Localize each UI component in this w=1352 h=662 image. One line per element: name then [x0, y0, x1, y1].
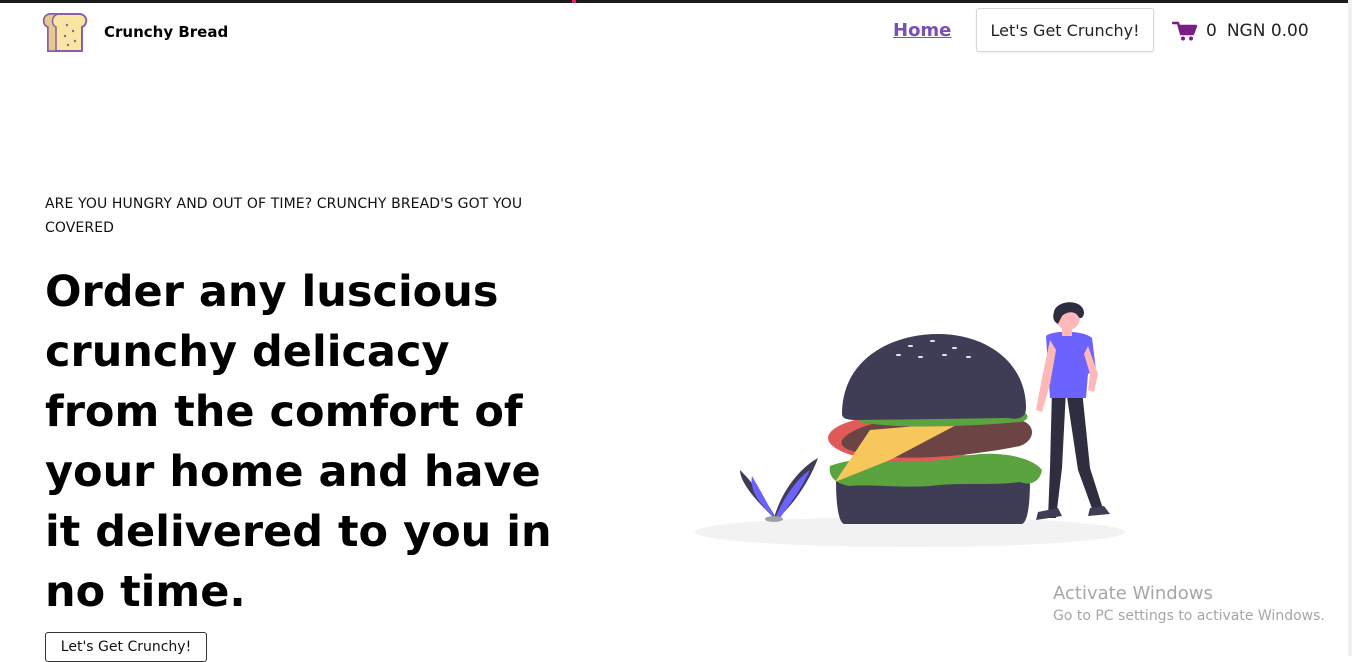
- brand[interactable]: Crunchy Bread: [40, 11, 228, 53]
- cart[interactable]: 0 NGN 0.00: [1172, 20, 1309, 42]
- burger-icon: [828, 334, 1042, 524]
- watermark-subtitle: Go to PC settings to activate Windows.: [1053, 608, 1325, 624]
- cart-total: NGN 0.00: [1226, 21, 1309, 41]
- nav-link-home[interactable]: Home: [893, 20, 951, 41]
- bread-slice-icon: [42, 13, 88, 52]
- watermark-title: Activate Windows: [1053, 583, 1213, 604]
- person-icon: [1036, 302, 1110, 520]
- scrollbar[interactable]: [1348, 0, 1352, 656]
- get-crunchy-nav-button[interactable]: Let's Get Crunchy!: [976, 8, 1154, 52]
- navbar: Crunchy Bread Home Let's Get Crunchy! 0 …: [0, 3, 1352, 61]
- burger-illustration: [695, 302, 1125, 547]
- windows-activation-watermark: Activate Windows Go to PC settings to ac…: [1053, 583, 1325, 624]
- brand-name: Crunchy Bread: [104, 23, 229, 41]
- cart-count: 0: [1206, 21, 1217, 41]
- get-crunchy-hero-button[interactable]: Let's Get Crunchy!: [45, 632, 207, 662]
- hero: ARE YOU HUNGRY AND OUT OF TIME? CRUNCHY …: [45, 192, 565, 622]
- hero-headline: Order any luscious crunchy delicacy from…: [45, 267, 552, 617]
- hero-tagline: ARE YOU HUNGRY AND OUT OF TIME? CRUNCHY …: [45, 196, 523, 236]
- shopping-cart-icon: [1172, 21, 1198, 41]
- plant-icon: [740, 458, 818, 522]
